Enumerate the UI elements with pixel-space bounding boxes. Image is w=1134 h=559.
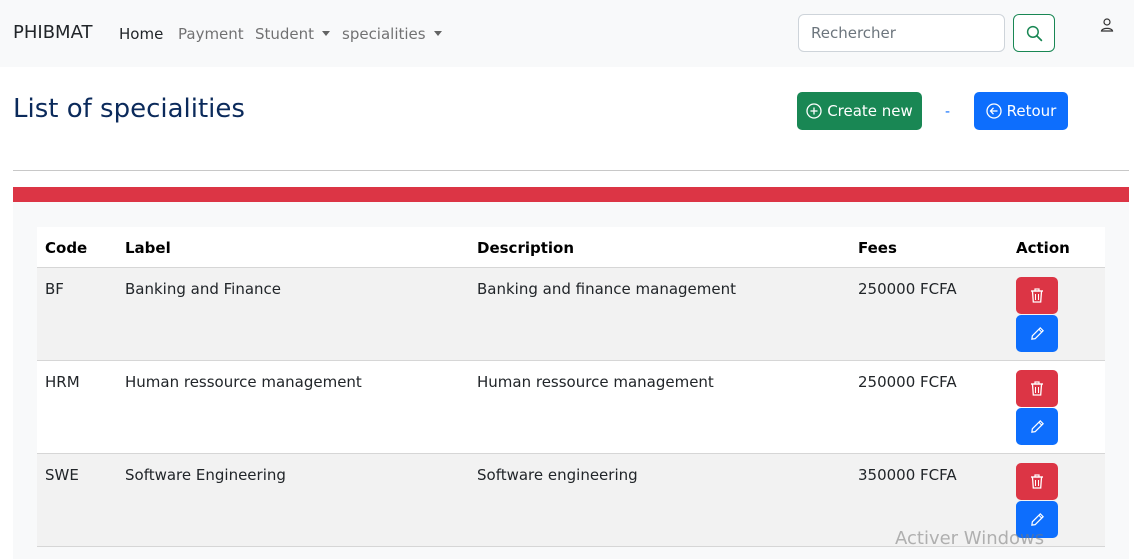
- brand-logo[interactable]: PHIBMAT: [13, 22, 93, 43]
- edit-button[interactable]: [1016, 315, 1058, 352]
- cell-description: Banking and finance management: [477, 280, 737, 298]
- cell-fees: 250000 FCFA: [858, 373, 957, 391]
- nav-student-dropdown[interactable]: Student: [255, 25, 331, 43]
- search-input[interactable]: [798, 14, 1005, 52]
- accent-bar: [13, 187, 1129, 202]
- nav-specialities-label: specialities: [342, 25, 426, 43]
- cell-fees: 250000 FCFA: [858, 280, 957, 298]
- delete-button[interactable]: [1016, 277, 1058, 314]
- divider: [13, 170, 1129, 171]
- column-header-description: Description: [477, 239, 575, 257]
- chevron-down-icon: [433, 31, 442, 36]
- trash-icon: [1031, 474, 1043, 489]
- cell-description: Software engineering: [477, 466, 638, 484]
- column-header-code: Code: [45, 239, 88, 257]
- create-new-button[interactable]: Create new: [797, 92, 922, 130]
- back-button[interactable]: Retour: [974, 92, 1068, 130]
- page-title: List of specialities: [13, 94, 245, 124]
- separator-link[interactable]: -: [945, 104, 950, 120]
- back-label: Retour: [1006, 102, 1057, 120]
- pencil-icon: [1030, 513, 1044, 526]
- cell-code: SWE: [45, 466, 79, 484]
- cell-code: HRM: [45, 373, 80, 391]
- cell-label: Banking and Finance: [125, 280, 282, 298]
- table-header: Code Label Description Fees Action: [37, 227, 1105, 268]
- column-header-fees: Fees: [858, 239, 897, 257]
- nav-payment[interactable]: Payment: [178, 25, 244, 43]
- cell-fees: 350000 FCFA: [858, 466, 957, 484]
- plus-circle-icon: [806, 103, 822, 119]
- cell-description: Human ressource management: [477, 373, 714, 391]
- cell-code: BF: [45, 280, 64, 298]
- user-icon[interactable]: [1099, 17, 1115, 33]
- windows-activation-watermark: Activer Windows: [895, 528, 1045, 549]
- cell-label: Human ressource management: [125, 373, 362, 391]
- cell-label: Software Engineering: [125, 466, 286, 484]
- nav-home[interactable]: Home: [119, 25, 163, 43]
- delete-button[interactable]: [1016, 463, 1058, 500]
- nav-specialities-dropdown[interactable]: specialities: [342, 25, 442, 43]
- edit-button[interactable]: [1016, 408, 1058, 445]
- table-row: BF Banking and Finance Banking and finan…: [37, 268, 1105, 361]
- arrow-left-circle-icon: [985, 103, 1002, 119]
- table-row: HRM Human ressource management Human res…: [37, 361, 1105, 454]
- chevron-down-icon: [322, 31, 331, 36]
- create-new-label: Create new: [827, 102, 913, 120]
- delete-button[interactable]: [1016, 370, 1058, 407]
- pencil-icon: [1030, 420, 1044, 433]
- column-header-label: Label: [125, 239, 171, 257]
- search-button[interactable]: [1013, 14, 1055, 52]
- nav-student-label: Student: [255, 25, 315, 43]
- specialities-table: Code Label Description Fees Action BF Ba…: [37, 227, 1105, 547]
- pencil-icon: [1030, 327, 1044, 340]
- trash-icon: [1031, 288, 1043, 303]
- top-navbar: PHIBMAT Home Payment Student specialitie…: [0, 0, 1134, 67]
- column-header-action: Action: [1016, 239, 1070, 257]
- trash-icon: [1031, 381, 1043, 396]
- search-icon: [1026, 25, 1042, 41]
